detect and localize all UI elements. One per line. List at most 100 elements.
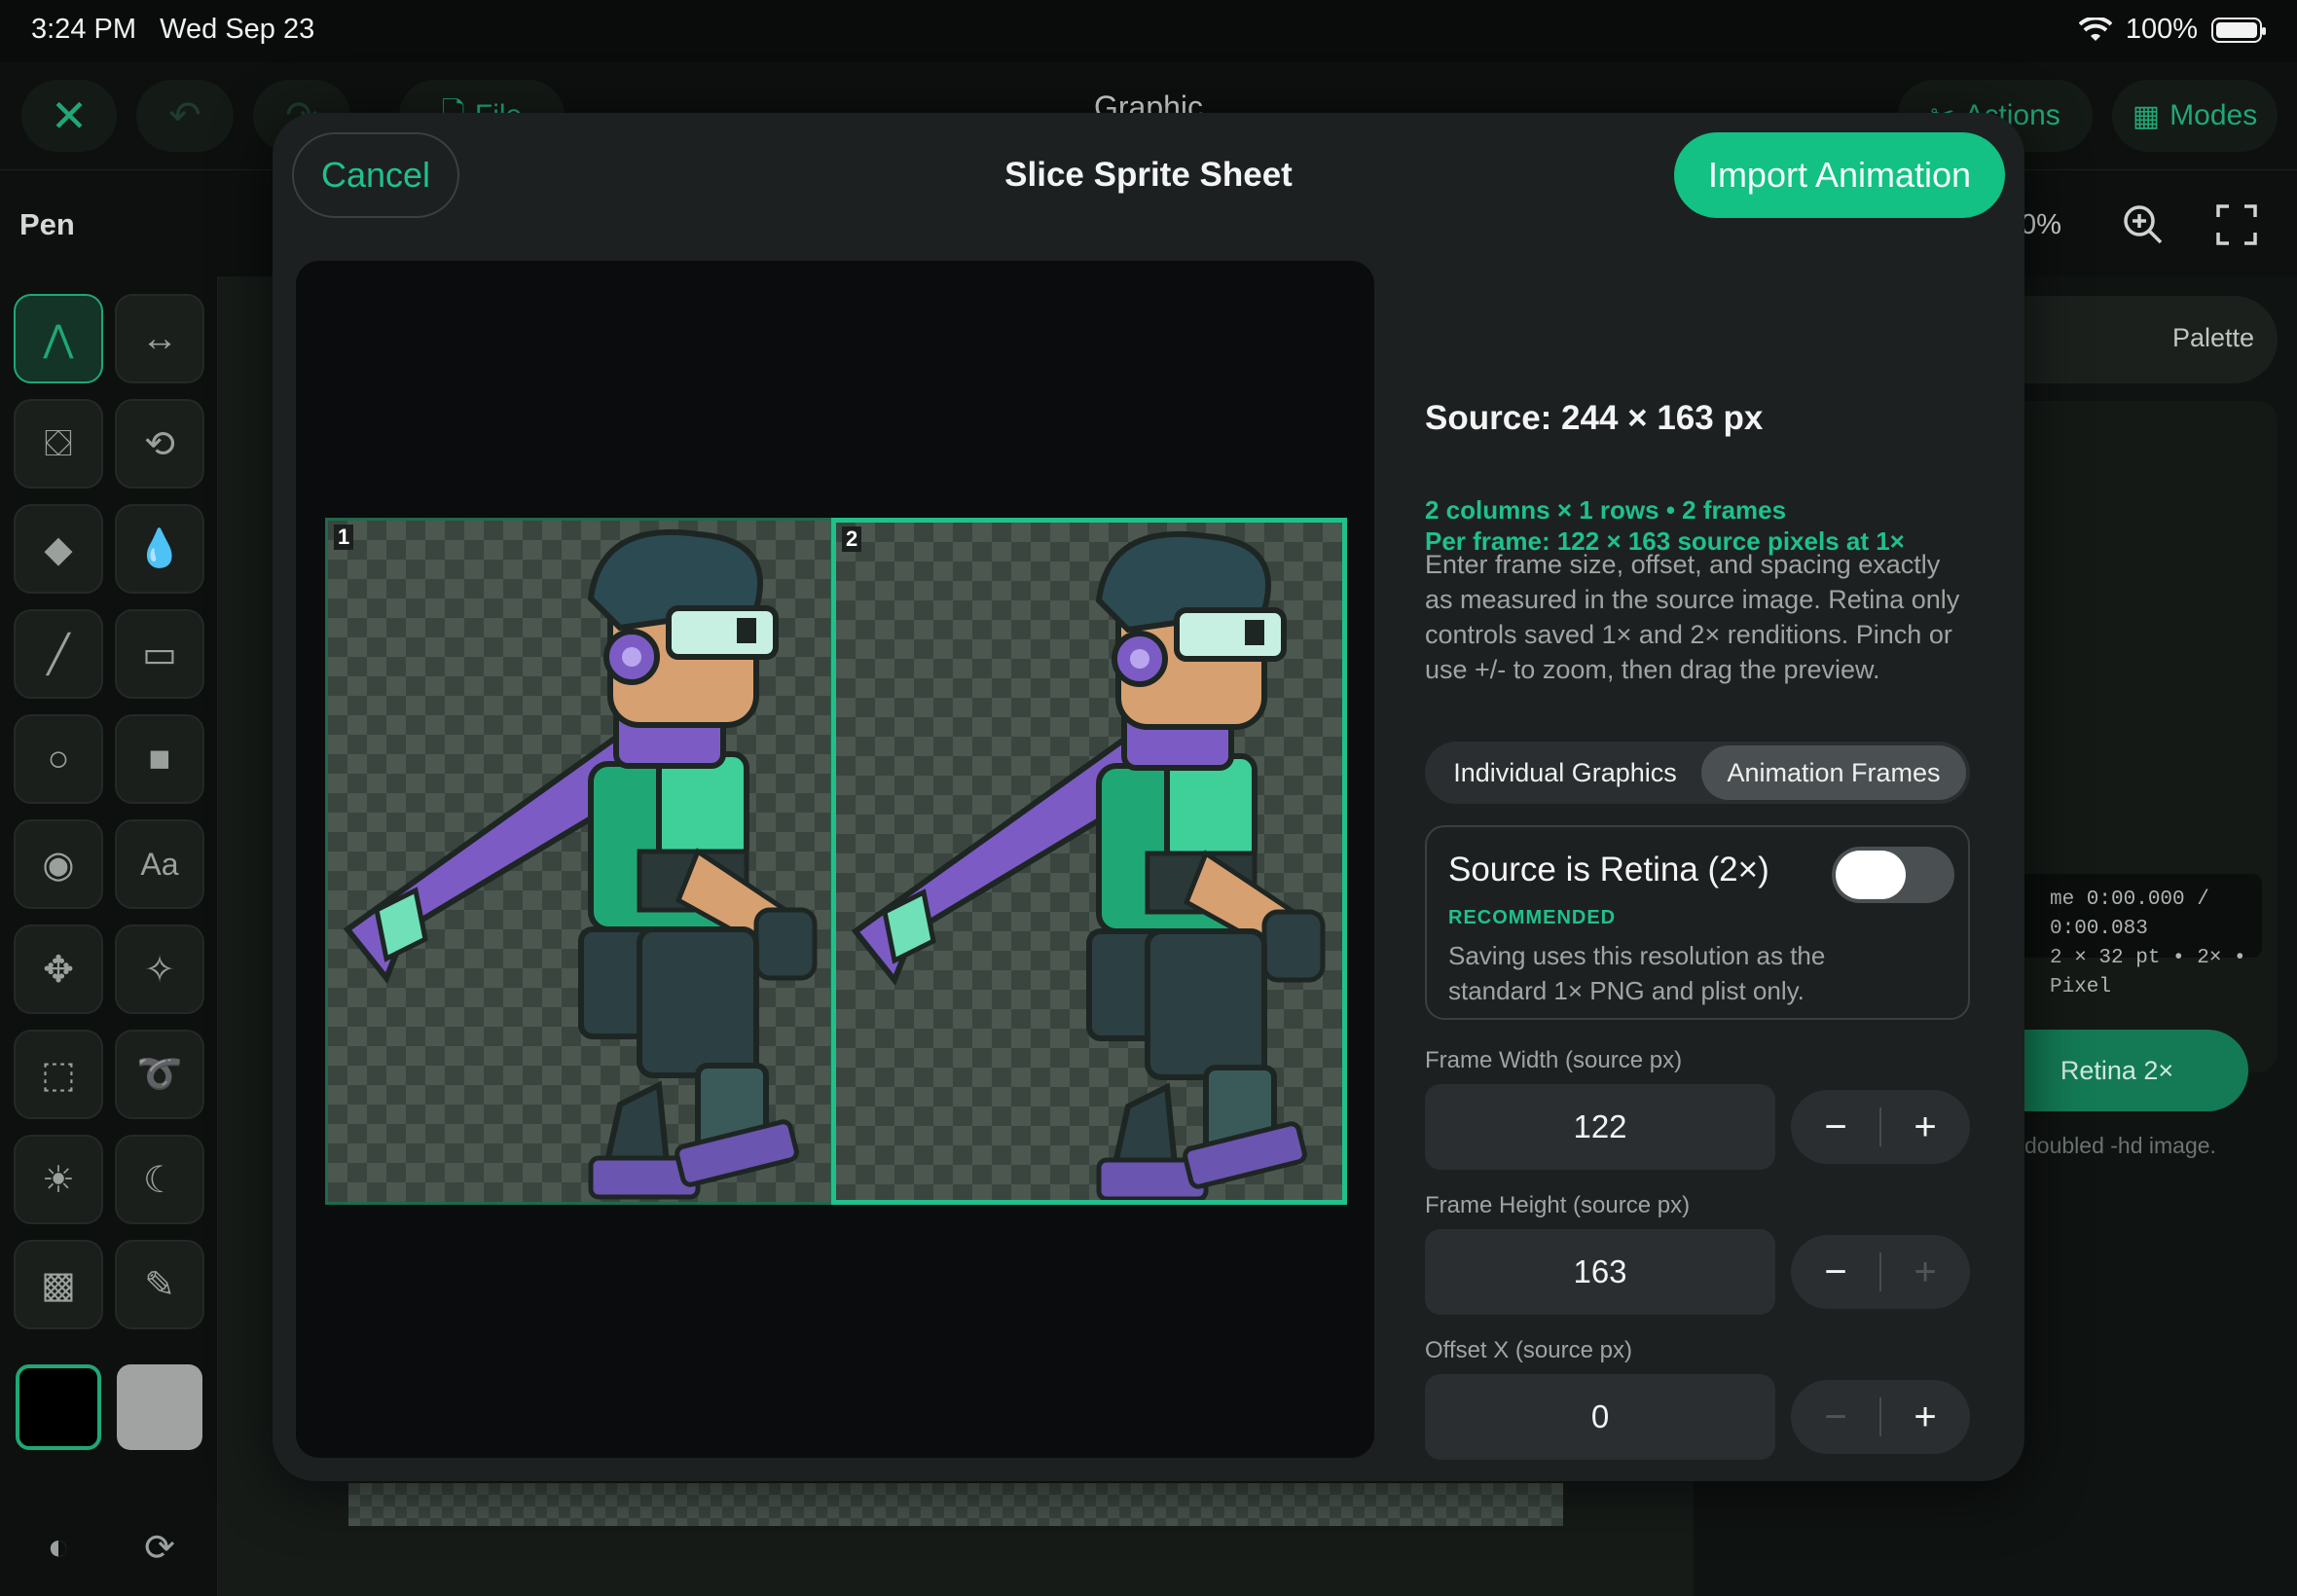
tool-flip-horizontal[interactable]: ↔: [115, 294, 204, 383]
square-filled-icon: ■: [148, 738, 171, 780]
offset-x-stepper: − +: [1791, 1380, 1970, 1454]
water-drop-icon: 💧: [136, 528, 183, 569]
frame-width-stepper: − +: [1791, 1090, 1970, 1164]
retina-2x-button[interactable]: Retina 2×: [1986, 1030, 2248, 1111]
fullscreen-button[interactable]: [2211, 200, 2262, 250]
paint-bucket-icon: ⛋: [44, 422, 73, 464]
slice-frame[interactable]: 1: [325, 518, 833, 1205]
magic-wand-icon: ✧: [144, 949, 175, 991]
move-icon: ✥: [43, 949, 74, 991]
moon-icon: ☾: [142, 1159, 177, 1201]
lasso-icon: ➰: [136, 1054, 183, 1095]
primary-color-swatch[interactable]: [16, 1364, 101, 1450]
frame-height-label: Frame Height (source px): [1425, 1192, 1691, 1218]
tool-lasso[interactable]: ➰: [115, 1030, 204, 1119]
zoom-readout: 0%: [2021, 209, 2061, 240]
recommended-badge: RECOMMENDED: [1448, 907, 1617, 928]
rectangle-outline-icon: ▭: [142, 634, 177, 675]
sprite-character: [851, 530, 1326, 1200]
battery-icon: [2211, 17, 2266, 43]
sprite-character: [343, 528, 818, 1200]
tool-moon[interactable]: ☾: [115, 1135, 204, 1224]
tool-eyedropper[interactable]: ✎: [115, 1240, 204, 1329]
sun-icon: ☀: [41, 1159, 76, 1201]
retina-description: Saving uses this resolution as the stand…: [1448, 941, 1826, 1005]
canvas-image-strip: [348, 1483, 1563, 1526]
grid-icon: ▦: [2132, 99, 2161, 132]
slice-sprite-sheet-dialog: Cancel Slice Sprite Sheet Import Animati…: [273, 113, 2024, 1481]
help-text: Enter frame size, offset, and spacing ex…: [1425, 550, 1960, 684]
fullscreen-icon: [2216, 204, 2257, 245]
tool-eraser[interactable]: ◆: [14, 504, 103, 594]
tool-rotate[interactable]: ⟲: [115, 399, 204, 489]
tool-text[interactable]: Aa: [115, 819, 204, 909]
tab-palette[interactable]: Palette: [2172, 323, 2254, 353]
eyedropper-icon: ✎: [144, 1264, 175, 1306]
swap-icon: ⟳: [144, 1527, 175, 1569]
line-icon: ╱: [47, 634, 70, 675]
swap-colors-button[interactable]: ⟳: [115, 1503, 204, 1592]
tool-ring[interactable]: ◉: [14, 819, 103, 909]
stats-grid: 2 columns × 1 rows • 2 frames: [1425, 495, 1787, 525]
frame-height-input[interactable]: 163: [1425, 1229, 1775, 1315]
modes-button[interactable]: ▦ Modes: [2112, 80, 2278, 152]
offset-x-decrement-button[interactable]: −: [1791, 1380, 1880, 1454]
rotate-icon: ⟲: [144, 423, 175, 465]
status-time: 3:24 PM Wed Sep 23: [31, 14, 315, 45]
marquee-select-icon: ⬚: [41, 1054, 76, 1096]
tool-water-drop[interactable]: 💧: [115, 504, 204, 594]
export-mode-segmented: Individual Graphics Animation Frames: [1425, 742, 1970, 804]
ring-icon: ◉: [42, 844, 75, 886]
sprite-sheet: 1 2: [325, 518, 1347, 1205]
offset-x-input[interactable]: 0: [1425, 1374, 1775, 1460]
tool-palette: ◐ ⟳ ⋀ ↔ ⛋ ⟲ ◆ 💧 ╱ ▭ ○ ■ ◉ Aa ✥ ✧ ⬚ ➰ ☀ ☾ ▩ ✎: [0, 276, 218, 1596]
tool-checkerboard[interactable]: ▩: [14, 1240, 103, 1329]
frame-width-label: Frame Width (source px): [1425, 1047, 1683, 1073]
tool-pen[interactable]: ⋀: [14, 294, 103, 383]
tool-paint-bucket[interactable]: ⛋: [14, 399, 103, 489]
status-right: 100%: [2078, 14, 2266, 46]
tool-square-filled[interactable]: ■: [115, 714, 204, 804]
frame-width-increment-button[interactable]: +: [1880, 1090, 1970, 1164]
frame-width-decrement-button[interactable]: −: [1791, 1090, 1880, 1164]
toggle-knob: [1836, 851, 1906, 899]
zoom-in-button[interactable]: [2118, 200, 2169, 250]
tool-move[interactable]: ✥: [14, 925, 103, 1014]
wifi-icon: [2078, 17, 2112, 41]
frame-height-stepper: − +: [1791, 1235, 1970, 1309]
tool-sun[interactable]: ☀: [14, 1135, 103, 1224]
status-bar: 3:24 PM Wed Sep 23 100%: [0, 0, 2297, 62]
frame-width-input[interactable]: 122: [1425, 1084, 1775, 1170]
frame-height-increment-button[interactable]: +: [1880, 1235, 1970, 1309]
pen-icon: ⋀: [43, 318, 74, 360]
text-icon: Aa: [140, 846, 179, 882]
tool-magic-wand[interactable]: ✧: [115, 925, 204, 1014]
sprite-sheet-preview[interactable]: 1 2: [296, 261, 1374, 1458]
current-tool-name: Pen: [19, 207, 75, 241]
segment-individual-graphics[interactable]: Individual Graphics: [1429, 745, 1701, 800]
contrast-icon: ◐: [47, 1526, 70, 1568]
import-animation-button[interactable]: Import Animation: [1674, 132, 2005, 218]
checkerboard-icon: ▩: [41, 1264, 76, 1306]
slice-settings: Source: 244 × 163 px 2 columns × 1 rows …: [1425, 261, 2009, 1481]
frame-height-decrement-button[interactable]: −: [1791, 1235, 1880, 1309]
retina-toggle[interactable]: [1832, 847, 1954, 903]
retina-card: Source is Retina (2×) RECOMMENDED Saving…: [1425, 825, 1970, 1020]
circle-outline-icon: ○: [47, 738, 70, 780]
contrast-button[interactable]: ◐: [14, 1503, 103, 1592]
retina-note: doubled -hd image.: [2024, 1133, 2216, 1158]
battery-percent: 100%: [2125, 14, 2198, 45]
tool-rectangle-outline[interactable]: ▭: [115, 609, 204, 699]
retina-title: Source is Retina (2×): [1448, 851, 1769, 889]
tool-circle-outline[interactable]: ○: [14, 714, 103, 804]
slice-frame[interactable]: 2: [831, 518, 1347, 1205]
tool-marquee-select[interactable]: ⬚: [14, 1030, 103, 1119]
flip-horizontal-icon: ↔: [141, 317, 178, 359]
segment-animation-frames[interactable]: Animation Frames: [1701, 745, 1966, 800]
zoom-in-icon: [2124, 205, 2163, 244]
eraser-icon: ◆: [44, 528, 73, 570]
source-dimensions: Source: 244 × 163 px: [1425, 399, 1764, 437]
offset-x-increment-button[interactable]: +: [1880, 1380, 1970, 1454]
tool-line[interactable]: ╱: [14, 609, 103, 699]
secondary-color-swatch[interactable]: [117, 1364, 202, 1450]
